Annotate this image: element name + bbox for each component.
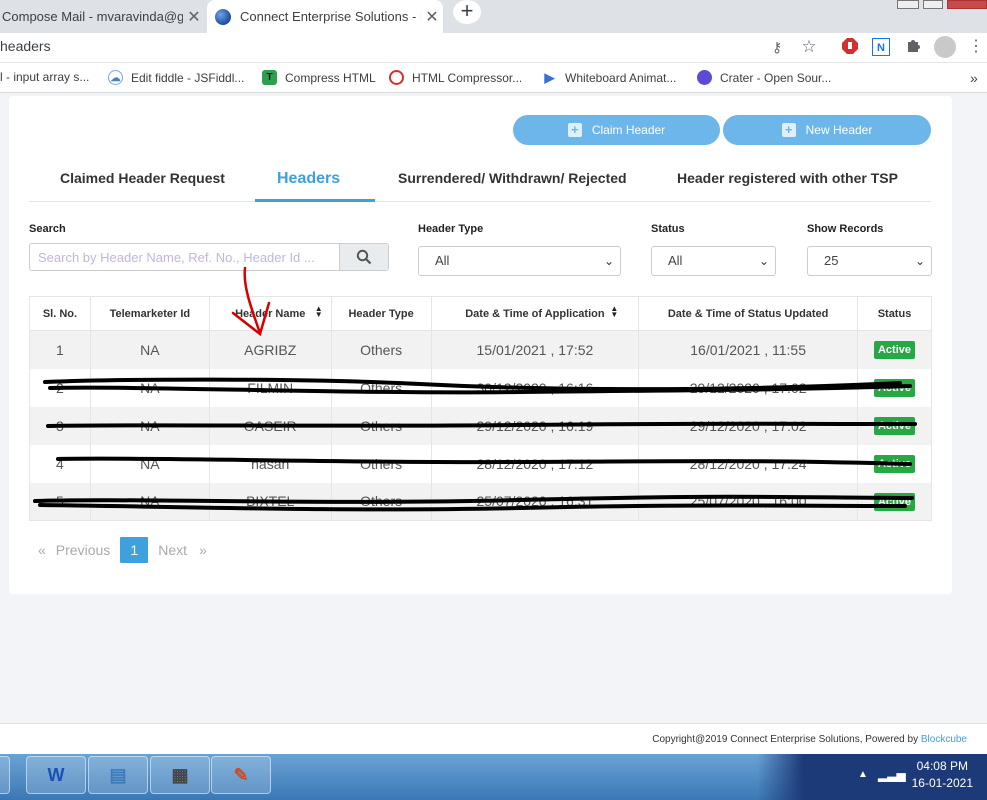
calculator-icon[interactable]: ▦	[150, 756, 210, 794]
clock-date: 16-01-2021	[911, 776, 973, 790]
copyright-text: Copyright@2019 Connect Enterprise Soluti…	[652, 734, 967, 745]
network-signal-icon[interactable]: ▂▃▅	[878, 768, 906, 782]
clock-time: 04:08 PM	[916, 759, 968, 773]
excel-icon[interactable]: X	[0, 756, 10, 794]
word-icon[interactable]: W	[26, 756, 86, 794]
notebook-icon[interactable]: ▤	[88, 756, 148, 794]
paint-icon[interactable]: ✎	[211, 756, 271, 794]
page-footer: Copyright@2019 Connect Enterprise Soluti…	[0, 723, 987, 754]
system-tray: ▲ ▂▃▅ 04:08 PM 16-01-2021	[757, 754, 987, 800]
red-arrow-annotation	[231, 266, 271, 337]
blockcube-link[interactable]: Blockcube	[921, 734, 967, 745]
taskbar-clock[interactable]: 04:08 PM 16-01-2021	[912, 758, 973, 792]
show-hidden-icons-icon[interactable]: ▲	[858, 769, 868, 780]
annotation-overlay	[33, 266, 917, 512]
copyright-label: Copyright@2019 Connect Enterprise Soluti…	[652, 734, 919, 745]
windows-taskbar: X W ▤ ▦ ✎ ▲ ▂▃▅ 04:08 PM 16-01-2021	[0, 754, 987, 800]
